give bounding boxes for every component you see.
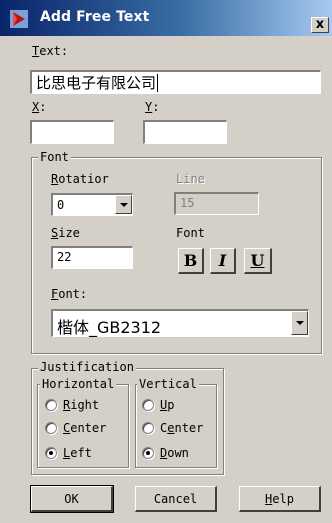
justification-legend: Justification: [38, 360, 136, 374]
vertical-legend: Vertical: [137, 377, 199, 391]
radio-left-circle[interactable]: [45, 447, 57, 459]
radio-center-v[interactable]: Center: [142, 421, 203, 435]
rotation-label: Rotatior: [51, 172, 109, 186]
x-label: X:: [32, 100, 47, 114]
radio-down[interactable]: Down: [142, 446, 189, 460]
ok-button[interactable]: OK: [30, 485, 114, 513]
radio-center-h[interactable]: Center: [45, 421, 106, 435]
radio-left-label: Left: [63, 446, 92, 460]
close-button[interactable]: x: [311, 17, 329, 33]
rotation-value: 0: [57, 198, 65, 212]
bold-button[interactable]: B: [178, 248, 204, 274]
line-label: Line: [176, 172, 205, 186]
x-input[interactable]: [30, 120, 114, 144]
radio-down-circle[interactable]: [142, 447, 154, 459]
radio-center-v-label: Center: [160, 421, 204, 435]
font-style-label: Font: [176, 226, 205, 240]
line-input: 15: [174, 192, 259, 215]
underline-button[interactable]: U: [244, 248, 272, 274]
radio-center-h-circle[interactable]: [45, 422, 57, 434]
radio-right-label: Right: [63, 398, 100, 412]
size-input[interactable]: 22: [51, 246, 133, 269]
radio-up[interactable]: Up: [142, 398, 174, 412]
size-label: Size: [51, 226, 80, 240]
text-input[interactable]: 比思电子有限公司: [30, 70, 321, 94]
radio-right-circle[interactable]: [45, 399, 57, 411]
font-dropdown-button[interactable]: [291, 311, 308, 335]
font-select[interactable]: 楷体_GB2312: [51, 309, 309, 337]
text-label: Text:: [32, 44, 69, 58]
radio-right[interactable]: Right: [45, 398, 99, 412]
radio-down-label: Down: [160, 446, 189, 460]
rotation-select[interactable]: 0: [51, 193, 133, 216]
font-select-value: 楷体_GB2312: [57, 318, 162, 337]
radio-up-label: Up: [160, 398, 175, 412]
italic-button[interactable]: I: [210, 248, 236, 274]
help-button[interactable]: Help: [239, 486, 321, 512]
radio-left[interactable]: Left: [45, 446, 92, 460]
font-name-label: Font:: [51, 287, 88, 301]
y-input[interactable]: [143, 120, 227, 144]
radio-center-h-label: Center: [63, 421, 107, 435]
y-label: Y:: [145, 100, 160, 114]
app-icon: [10, 10, 28, 28]
radio-up-circle[interactable]: [142, 399, 154, 411]
chevron-down-icon: [119, 202, 128, 207]
font-group-legend: Font: [38, 150, 71, 164]
rotation-dropdown-button[interactable]: [115, 195, 132, 214]
chevron-down-icon: [295, 321, 304, 325]
title-bar[interactable]: Add Free Text: [0, 0, 332, 36]
horizontal-legend: Horizontal: [40, 377, 117, 391]
radio-center-v-circle[interactable]: [142, 422, 154, 434]
window-title: Add Free Text: [40, 9, 150, 25]
cancel-button[interactable]: Cancel: [135, 486, 217, 512]
